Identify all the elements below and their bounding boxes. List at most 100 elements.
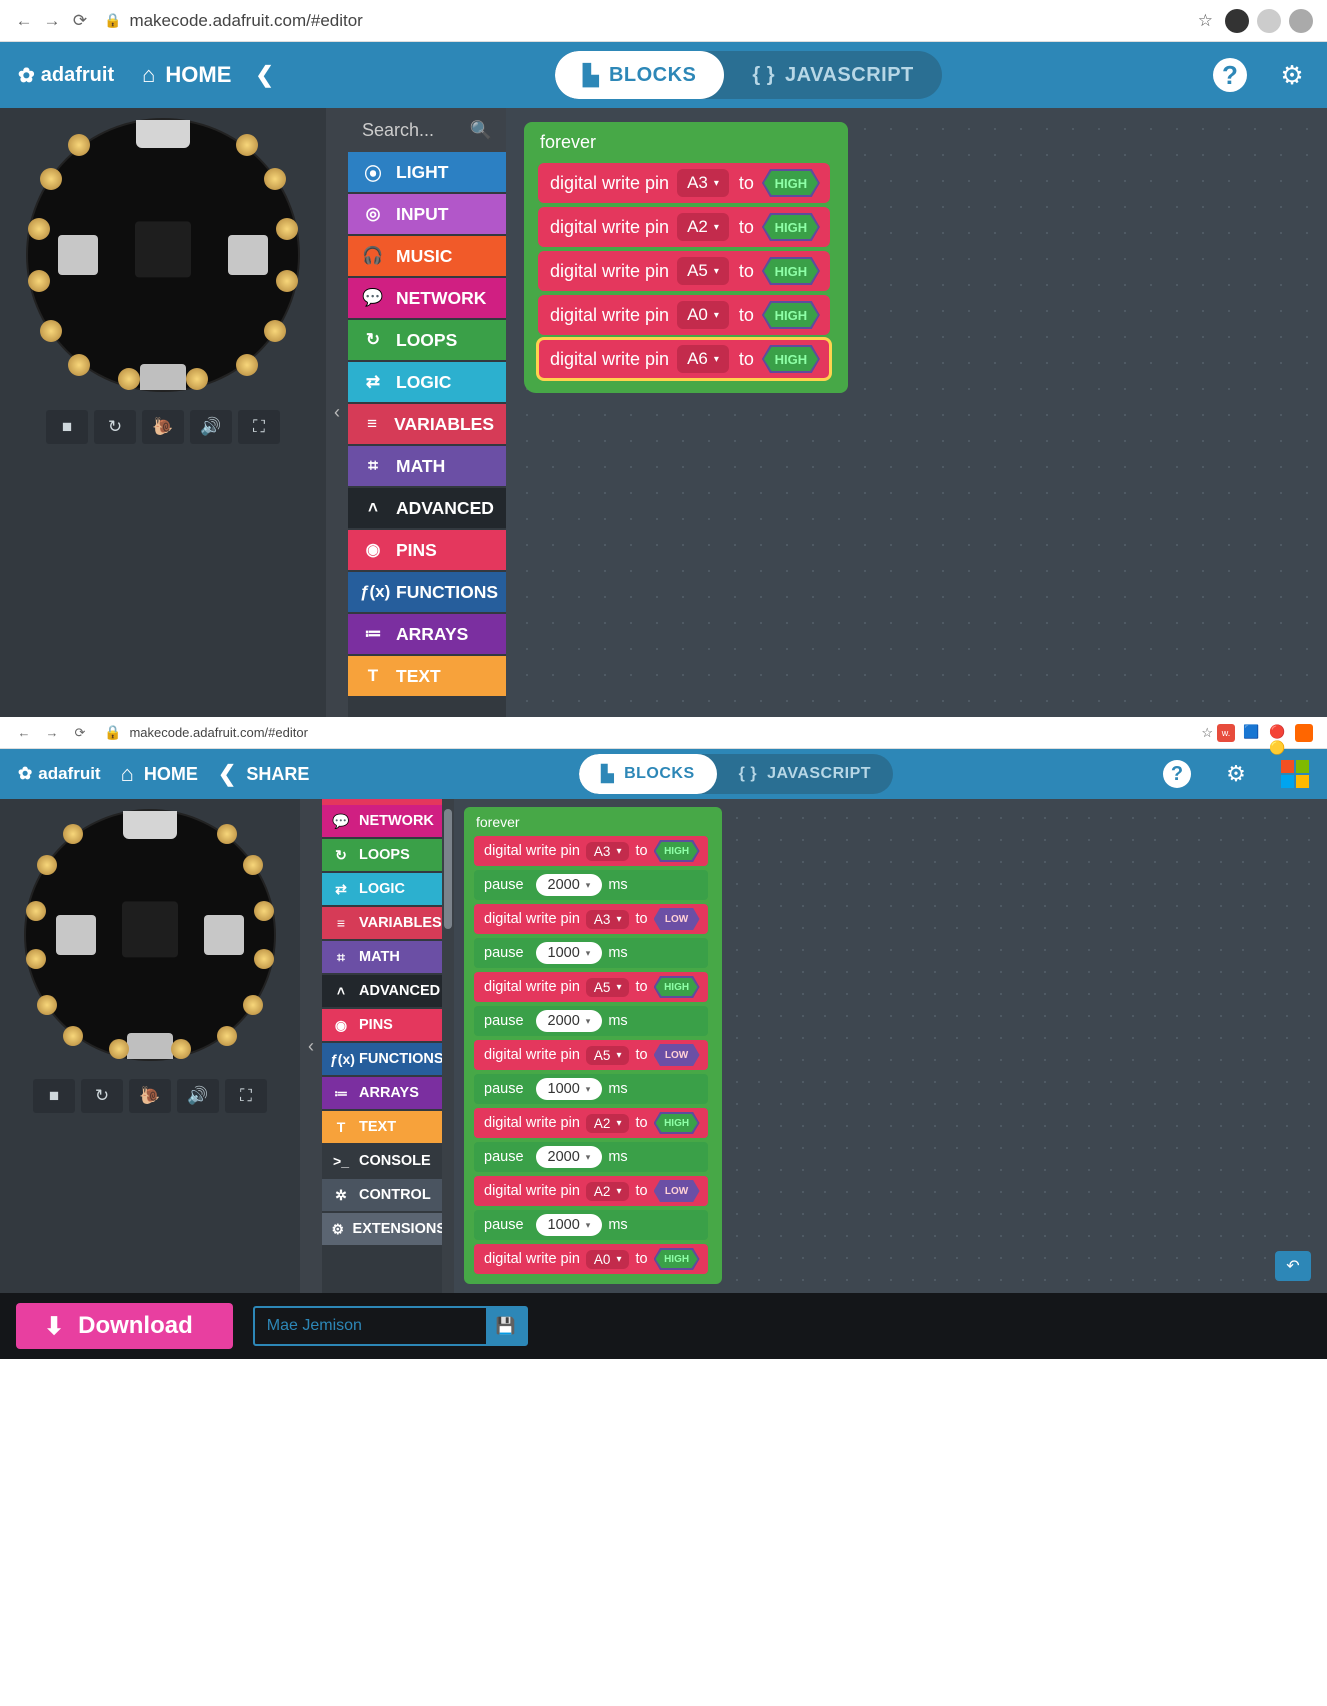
save-button[interactable]: 💾 [486,1308,526,1344]
category-pins[interactable]: ◉PINS [322,1009,454,1043]
toolbox-scrollbar[interactable] [442,799,454,1293]
value-dropdown[interactable]: HIGH [762,213,820,241]
digital-write-block[interactable]: digital write pinA2▾toHIGH [538,207,830,247]
digital-write-block[interactable]: digital write pinA3▾toHIGH [538,163,830,203]
touch-pad[interactable] [37,995,57,1015]
logo[interactable]: ✿ adafruit [18,764,101,784]
touch-pad[interactable] [236,354,258,376]
home-button[interactable]: ⌂ HOME [142,62,231,88]
pin-dropdown[interactable]: A2▾ [586,1182,630,1201]
touch-pad[interactable] [276,270,298,292]
address-bar[interactable]: 🔒 makecode.adafruit.com/#editor [104,11,1190,31]
category-variables[interactable]: ≡VARIABLES [322,907,454,941]
digital-write-block[interactable]: digital write pinA0▾toHIGH [474,1244,708,1274]
blocks-workspace[interactable]: forever digital write pinA3▾toHIGHpause2… [454,799,1327,1293]
category-network[interactable]: 💬NETWORK [322,805,454,839]
address-bar[interactable]: 🔒 makecode.adafruit.com/#editor [104,724,1201,741]
category-logic[interactable]: ⇄LOGIC [322,873,454,907]
settings-button[interactable]: ⚙ [1275,58,1309,92]
fullscreen-button[interactable]: ⛶ [225,1079,267,1113]
touch-pad[interactable] [63,1026,83,1046]
category-console[interactable]: >_CONSOLE [322,1145,454,1179]
undo-button[interactable]: ↶ [1275,1251,1311,1281]
collapse-simulator[interactable]: ‹ [300,799,322,1293]
collapse-simulator[interactable]: ‹ [326,108,348,717]
button-a[interactable] [56,915,96,955]
back-button[interactable]: ← [10,11,38,31]
button-b[interactable] [204,915,244,955]
category-logic[interactable]: ⇄LOGIC [348,362,506,404]
value-dropdown[interactable]: LOW [654,1044,700,1066]
touch-pad[interactable] [264,320,286,342]
pin-dropdown[interactable]: A5▾ [677,257,729,285]
share-button[interactable]: ❮ SHARE [218,761,309,787]
touch-pad[interactable] [37,855,57,875]
category-pins[interactable]: ◉PINS [348,530,506,572]
category-light[interactable]: ⦿LIGHT [348,152,506,194]
button-a[interactable] [58,235,98,275]
category-math[interactable]: ⌗MATH [348,446,506,488]
mute-button[interactable]: 🔊 [190,410,232,444]
pin-dropdown[interactable]: A3▾ [586,842,630,861]
extension-icon[interactable] [1295,724,1313,742]
category-variables[interactable]: ≡VARIABLES [348,404,506,446]
touch-pad[interactable] [40,168,62,190]
pause-block[interactable]: pause2000▾ms [474,1006,708,1036]
button-b[interactable] [228,235,268,275]
duration-dropdown[interactable]: 1000▾ [536,942,603,964]
value-dropdown[interactable]: HIGH [762,345,820,373]
pause-block[interactable]: pause1000▾ms [474,1074,708,1104]
duration-dropdown[interactable]: 2000▾ [536,874,603,896]
touch-pad[interactable] [68,134,90,156]
star-icon[interactable]: ☆ [1198,11,1213,31]
touch-pad[interactable] [63,824,83,844]
touch-pad[interactable] [109,1039,129,1059]
forward-button[interactable]: → [38,11,66,31]
restart-button[interactable]: ↻ [81,1079,123,1113]
value-dropdown[interactable]: HIGH [654,1248,700,1270]
extension-icon[interactable] [1289,9,1313,33]
value-dropdown[interactable]: LOW [654,908,700,930]
extension-icon[interactable]: w. [1217,724,1235,742]
home-button[interactable]: ⌂ HOME [121,761,198,787]
reload-button[interactable]: ⟳ [66,725,94,741]
reload-button[interactable]: ⟳ [66,11,94,31]
category-arrays[interactable]: ≔ARRAYS [322,1077,454,1111]
value-dropdown[interactable]: HIGH [654,976,700,998]
javascript-tab[interactable]: { } JAVASCRIPT [717,754,893,794]
forward-button[interactable]: → [38,725,66,740]
touch-pad[interactable] [236,134,258,156]
digital-write-block[interactable]: digital write pinA3▾toHIGH [474,836,708,866]
extension-icon[interactable] [1225,9,1249,33]
blocks-tab[interactable]: ▙ BLOCKS [555,51,724,99]
category-functions[interactable]: ƒ(x)FUNCTIONS [348,572,506,614]
category-math[interactable]: ⌗MATH [322,941,454,975]
category-advanced[interactable]: ˄ADVANCED [348,488,506,530]
stop-button[interactable]: ■ [46,410,88,444]
duration-dropdown[interactable]: 1000▾ [536,1214,603,1236]
digital-write-block[interactable]: digital write pinA5▾toHIGH [474,972,708,1002]
project-name-input[interactable] [255,1317,486,1335]
pin-dropdown[interactable]: A3▾ [586,910,630,929]
mute-button[interactable]: 🔊 [177,1079,219,1113]
duration-dropdown[interactable]: 1000▾ [536,1078,603,1100]
touch-pad[interactable] [171,1039,191,1059]
help-button[interactable]: ? [1163,760,1191,788]
pause-block[interactable]: pause1000▾ms [474,1210,708,1240]
touch-pad[interactable] [26,949,46,969]
restart-button[interactable]: ↻ [94,410,136,444]
value-dropdown[interactable]: HIGH [762,169,820,197]
touch-pad[interactable] [40,320,62,342]
stop-button[interactable]: ■ [33,1079,75,1113]
category-loops[interactable]: ↻LOOPS [322,839,454,873]
digital-write-block[interactable]: digital write pinA3▾toLOW [474,904,708,934]
back-button[interactable]: ← [10,725,38,740]
category-advanced[interactable]: ˄ADVANCED [322,975,454,1009]
forever-block[interactable]: forever digital write pinA3▾toHIGHpause2… [464,807,722,1284]
pin-dropdown[interactable]: A0▾ [586,1250,630,1269]
pin-dropdown[interactable]: A0▾ [677,301,729,329]
value-dropdown[interactable]: HIGH [762,257,820,285]
category-extensions[interactable]: ⚙EXTENSIONS [322,1213,454,1247]
settings-button[interactable]: ⚙ [1219,757,1253,791]
category-text[interactable]: TTEXT [348,656,506,698]
